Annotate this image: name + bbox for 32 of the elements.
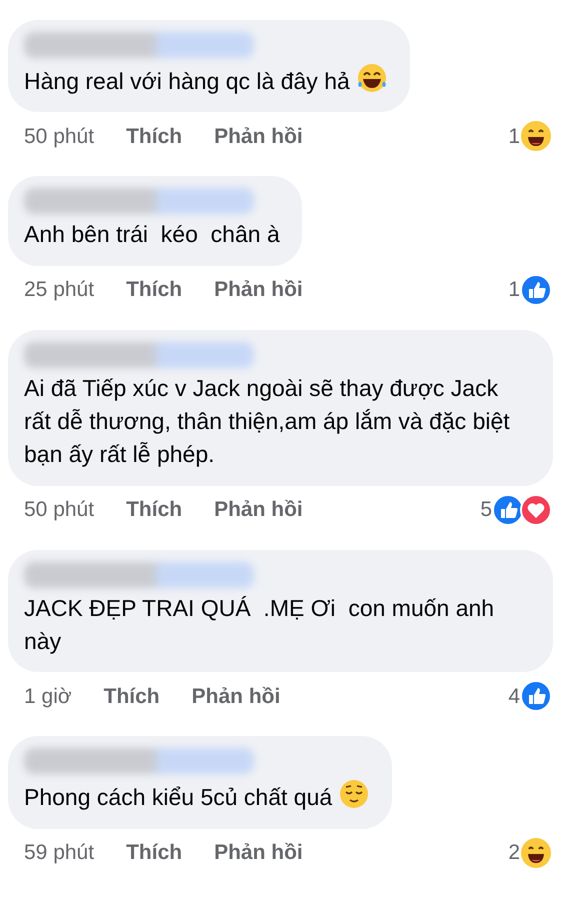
comment-time: 59 phút [24, 840, 94, 866]
comment-time: 50 phút [24, 496, 94, 523]
reaction-count: 1 [508, 124, 520, 150]
like-link[interactable]: Thích [126, 837, 182, 868]
reaction-count: 4 [508, 684, 520, 710]
laughing-face-icon [520, 836, 552, 869]
comment-time: 1 giờ [24, 684, 72, 710]
reply-link[interactable]: Phản hồi [214, 494, 303, 526]
like-link[interactable]: Thích [126, 274, 182, 306]
thumbs-up-icon [492, 494, 524, 526]
comment-text: Anh bên trái kéo chân à [24, 221, 280, 248]
like-link[interactable]: Thích [126, 494, 182, 526]
reaction-count: 5 [480, 496, 492, 523]
comment-time: 50 phút [24, 124, 94, 150]
reaction-count: 1 [508, 276, 520, 303]
like-link[interactable]: Thích [104, 680, 160, 712]
reply-link[interactable]: Phản hồi [214, 837, 303, 868]
comment-text: Hàng real với hàng qc là đây hả [24, 68, 350, 94]
reply-link[interactable]: Phản hồi [214, 274, 303, 306]
thumbs-up-icon [520, 274, 552, 306]
reply-link[interactable]: Phản hồi [192, 680, 280, 712]
comment-text: Phong cách kiểu 5củ chất quá [24, 784, 332, 810]
laughing-face-icon [520, 120, 552, 152]
comment-text: Ai đã Tiếp xúc v Jack ngoài sẽ thay được Jack rất dễ thương, thân thiện,am áp lắm và đặc biệt bạn ấy rất lễ phép. [24, 374, 511, 468]
reaction-count: 2 [508, 840, 520, 866]
relieved-face-icon [338, 778, 370, 810]
tears-of-joy-emoji-icon [356, 62, 388, 94]
like-link[interactable]: Thích [126, 120, 182, 152]
comment-time: 25 phút [24, 276, 94, 303]
comment-text: JACK ĐẸP TRAI QUÁ .MẸ Ơi con muốn anh này [24, 594, 496, 654]
reply-link[interactable]: Phản hồi [214, 120, 303, 152]
thumbs-up-icon [520, 680, 552, 712]
